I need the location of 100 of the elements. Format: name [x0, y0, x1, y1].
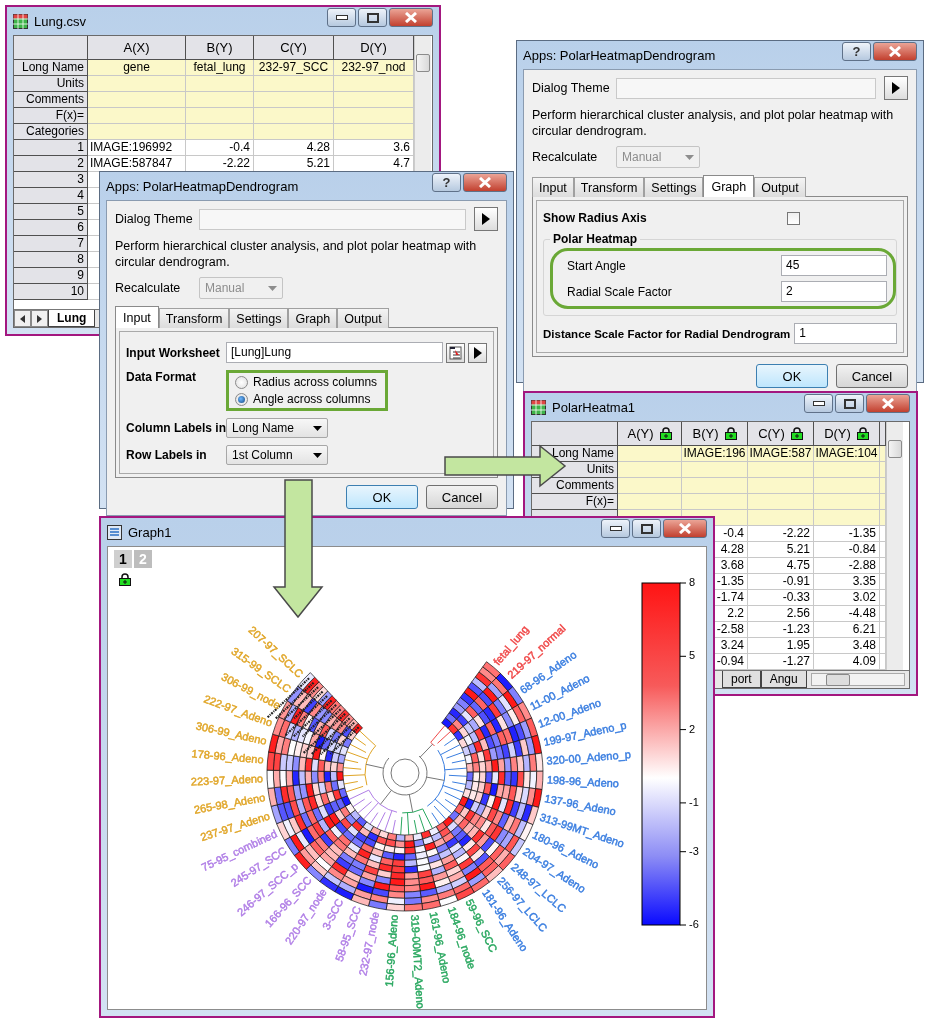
- table-cell: 6.21: [814, 622, 880, 638]
- table-cell: [748, 462, 814, 478]
- text-field[interactable]: 45: [781, 255, 887, 276]
- field-label: Column Labels in: [126, 421, 226, 435]
- window-title: Apps: PolarHeatmapDendrogram: [523, 47, 717, 63]
- scale-label: -6: [689, 917, 699, 930]
- close-button[interactable]: [866, 394, 910, 413]
- field-label: Radial Scale Factor: [567, 284, 673, 299]
- next-sheet-button[interactable]: [31, 310, 48, 327]
- tab[interactable]: Graph: [703, 175, 755, 197]
- minimize-button[interactable]: [601, 519, 630, 538]
- minimize-button[interactable]: [327, 8, 356, 27]
- tab[interactable]: Transform: [573, 177, 645, 197]
- table-cell: 3.02: [814, 590, 880, 606]
- sheet-tab[interactable]: port: [722, 671, 761, 688]
- table-cell: [814, 510, 880, 526]
- dialog-button[interactable]: Cancel: [836, 364, 908, 388]
- table-cell: [814, 494, 880, 510]
- tab[interactable]: Settings: [644, 177, 704, 197]
- sample-label: 223-97_Adeno: [190, 772, 264, 788]
- maximize-button[interactable]: [835, 394, 864, 413]
- table-cell: 5.21: [748, 542, 814, 558]
- table-cell: 2.56: [748, 606, 814, 622]
- table-cell: [186, 76, 254, 92]
- column-header[interactable]: A(X): [88, 36, 186, 60]
- caret-icon: [268, 285, 277, 291]
- scale-label: -3: [689, 844, 699, 857]
- tab[interactable]: Output: [337, 308, 389, 328]
- window-title: Graph1: [128, 524, 173, 540]
- maximize-button[interactable]: [632, 519, 661, 538]
- close-button[interactable]: [463, 173, 507, 192]
- column-header[interactable]: B(Y): [692, 426, 719, 441]
- theme-field[interactable]: [199, 208, 466, 230]
- dialog-button[interactable]: OK: [346, 485, 418, 509]
- table-cell: IMAGE:196: [682, 446, 748, 462]
- table-cell: [748, 494, 814, 510]
- horizontal-scrollbar[interactable]: [810, 673, 905, 686]
- column-header[interactable]: B(Y): [186, 36, 254, 60]
- caret-icon: [685, 154, 694, 160]
- dialog-button[interactable]: Cancel: [426, 485, 498, 509]
- dropdown[interactable]: 1st Column: [226, 445, 328, 465]
- lock-icon: [724, 427, 737, 440]
- vertical-scrollbar[interactable]: [886, 422, 903, 670]
- table-cell: [748, 510, 814, 526]
- right-arrow-icon: [37, 314, 42, 323]
- menu-arrow-button[interactable]: [468, 342, 487, 363]
- column-header[interactable]: A(Y): [627, 426, 654, 441]
- text-field[interactable]: [Lung]Lung: [226, 342, 443, 363]
- table-cell: IMAGE:587: [748, 446, 814, 462]
- tab[interactable]: Input: [115, 306, 159, 328]
- close-button[interactable]: [663, 519, 707, 538]
- radio-button[interactable]: [235, 392, 248, 406]
- minimize-icon: [812, 401, 825, 406]
- help-button[interactable]: ?: [432, 173, 461, 192]
- tab[interactable]: Output: [754, 177, 806, 197]
- row-number: 1: [14, 140, 88, 156]
- layer-tab[interactable]: 1: [114, 550, 132, 568]
- tab[interactable]: Settings: [229, 308, 289, 328]
- theme-menu-button[interactable]: [474, 207, 498, 231]
- close-button[interactable]: [873, 42, 917, 61]
- table-cell: [748, 478, 814, 494]
- text-field[interactable]: 1: [794, 323, 897, 344]
- sample-label: 178-96_Adeno: [191, 747, 265, 766]
- close-icon: [888, 46, 902, 57]
- column-header[interactable]: C(Y): [254, 36, 334, 60]
- sheet-tab[interactable]: Lung: [48, 310, 96, 327]
- graph-icon: [107, 524, 122, 540]
- row-label: F(x)=: [14, 108, 88, 124]
- scale-label: 8: [689, 575, 696, 588]
- row-number: 6: [14, 220, 88, 236]
- option-label: Angle across columns: [253, 392, 371, 406]
- table-cell: IMAGE:587847: [88, 156, 186, 172]
- help-button[interactable]: ?: [842, 42, 871, 61]
- theme-field[interactable]: [616, 77, 876, 99]
- tab[interactable]: Input: [532, 177, 574, 197]
- close-button[interactable]: [389, 8, 433, 27]
- tab[interactable]: Graph: [288, 308, 338, 328]
- radio-button[interactable]: [235, 375, 248, 389]
- column-header[interactable]: D(Y): [824, 426, 851, 441]
- table-cell: [682, 494, 748, 510]
- minimize-icon: [335, 15, 348, 20]
- checkbox[interactable]: [787, 211, 800, 225]
- select-range-button[interactable]: [446, 342, 465, 363]
- row-number: 10: [14, 284, 88, 300]
- minimize-icon: [609, 526, 622, 531]
- dialog-button[interactable]: OK: [756, 364, 828, 388]
- sheet-tab[interactable]: Angu: [760, 671, 807, 688]
- tab[interactable]: Transform: [158, 308, 230, 328]
- dropdown[interactable]: Long Name: [226, 418, 328, 438]
- column-header[interactable]: C(Y): [758, 426, 785, 441]
- column-header[interactable]: D(Y): [334, 36, 414, 60]
- table-cell: [186, 92, 254, 108]
- lock-icon: [856, 427, 869, 440]
- play-arrow-icon: [892, 82, 900, 94]
- table-cell: 3.35: [814, 574, 880, 590]
- minimize-button[interactable]: [804, 394, 833, 413]
- text-field[interactable]: 2: [781, 281, 887, 302]
- theme-menu-button[interactable]: [884, 76, 908, 100]
- previous-sheet-button[interactable]: [14, 310, 31, 327]
- maximize-button[interactable]: [358, 8, 387, 27]
